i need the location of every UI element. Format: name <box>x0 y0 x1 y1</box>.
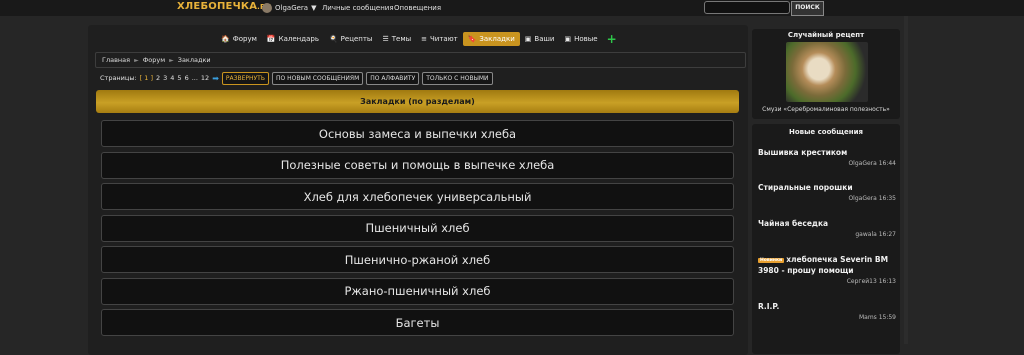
topic-text: Чайная беседка <box>758 219 829 228</box>
bookmark-icon: 🔖 <box>467 35 477 43</box>
breadcrumb-bookmarks: Закладки <box>177 56 211 64</box>
topic-meta: Mams 15:59 <box>858 314 896 321</box>
nav-item-3[interactable]: ☰ Темы <box>377 32 416 46</box>
nav-item-label: Ваши <box>534 35 555 43</box>
new-icon: ▣ <box>564 35 572 43</box>
search-button[interactable]: ПОИСК <box>791 1 824 16</box>
chevron-right-icon: ► <box>134 56 139 64</box>
page-link[interactable]: 12 <box>201 74 209 82</box>
category-header: Закладки (по разделам) <box>96 90 739 113</box>
topic-title[interactable]: Чайная беседка <box>758 219 896 229</box>
nav-item-6[interactable]: ▣ Ваши <box>520 32 560 46</box>
site-logo[interactable]: ХЛЕБОПЕЧКА.РУ <box>177 1 271 12</box>
nav-item-5[interactable]: 🔖 Закладки <box>462 32 520 46</box>
page-link[interactable]: 5 <box>177 74 181 82</box>
topic-meta: Сергей13 16:13 <box>846 278 896 285</box>
nav-item-4[interactable]: ≡ Читают <box>416 32 463 46</box>
recipe-image[interactable] <box>786 42 868 102</box>
topics-icon: ☰ <box>382 35 389 43</box>
list-item[interactable]: R.I.P. Mams 15:59 <box>758 302 896 321</box>
calendar-icon: 📅 <box>266 35 276 43</box>
only-new-button[interactable]: ТОЛЬКО С НОВЫМИ <box>422 71 493 85</box>
expand-button[interactable]: РАЗВЕРНУТЬ <box>221 71 269 85</box>
plus-icon[interactable]: + <box>603 33 617 45</box>
page-link[interactable]: 2 <box>156 74 160 82</box>
list-item[interactable]: Вышивка крестиком OlgaGera 16:44 <box>758 148 896 167</box>
page-link[interactable]: 6 <box>185 74 189 82</box>
sort-alphabet-button[interactable]: ПО АЛФАВИТУ <box>366 71 420 85</box>
next-arrow-icon[interactable]: ➡ <box>212 74 219 83</box>
topic-text: Стиральные порошки <box>758 183 853 192</box>
breadcrumb: Главная ► Форум ► Закладки <box>95 52 746 68</box>
nav-item-1[interactable]: 📅 Календарь <box>262 32 324 46</box>
forum-row[interactable]: Багеты <box>101 309 734 336</box>
current-page: [ 1 ] <box>139 74 153 82</box>
topic-title[interactable]: Вышивка крестиком <box>758 148 896 158</box>
readers-icon: ≡ <box>421 35 427 43</box>
chevron-right-icon: ► <box>169 56 174 64</box>
sidebar-scrollbar[interactable] <box>904 16 908 344</box>
nav-item-label: Закладки <box>479 35 515 43</box>
nav-item-label: Новые <box>574 35 598 43</box>
list-item[interactable]: Новинки хлебопечка Severin BM 3980 - прош… <box>758 255 896 285</box>
sort-by-new-button[interactable]: ПО НОВЫМ СООБЩЕНИЯМ <box>271 71 364 85</box>
page-link[interactable]: 4 <box>170 74 174 82</box>
topic-title[interactable]: Стиральные порошки <box>758 183 896 193</box>
forum-row[interactable]: Пшеничный хлеб <box>101 214 734 242</box>
yours-icon: ▣ <box>524 35 532 43</box>
top-bar <box>0 0 1024 16</box>
forum-row[interactable]: Основы замеса и выпечки хлеба <box>101 120 734 147</box>
search-input[interactable] <box>704 1 790 14</box>
list-item[interactable]: Чайная беседка gawala 16:27 <box>758 219 896 238</box>
recipe-caption[interactable]: Смузи «Серебромалиновая полезность» <box>752 106 900 113</box>
chevron-down-icon: ▼ <box>311 4 317 12</box>
topic-text: Вышивка крестиком <box>758 148 848 157</box>
nav-item-0[interactable]: 🏠 Форум <box>216 32 262 46</box>
new-badge: Новинки <box>758 258 785 263</box>
breadcrumb-home[interactable]: Главная <box>102 56 130 64</box>
nav-item-2[interactable]: 🍳 Рецепты <box>324 32 378 46</box>
nav-item-7[interactable]: ▣ Новые <box>559 32 602 46</box>
breadcrumb-forum[interactable]: Форум <box>143 56 165 64</box>
pagination: Страницы: [ 1 ] 2 3 4 5 6 ... 12 ➡ РАЗВЕ… <box>100 71 493 85</box>
private-messages-link[interactable]: Личные сообщения <box>322 4 394 12</box>
topic-title[interactable]: R.I.P. <box>758 302 896 312</box>
forum-row[interactable]: Пшенично-ржаной хлеб <box>101 246 734 273</box>
nav-item-label: Рецепты <box>340 35 373 43</box>
notifications-link[interactable]: Оповещения <box>394 4 441 12</box>
nav-item-label: Календарь <box>278 35 319 43</box>
random-recipe-title: Случайный рецепт <box>787 31 865 39</box>
forum-row[interactable]: Ржано-пшеничный хлеб <box>101 277 734 305</box>
forum-row[interactable]: Хлеб для хлебопечек универсальный <box>101 183 734 210</box>
page-link[interactable]: 3 <box>163 74 167 82</box>
new-messages-title: Новые сообщения <box>789 128 863 136</box>
nav-item-label: Форум <box>232 35 257 43</box>
topic-meta: gawala 16:27 <box>855 231 896 238</box>
topic-text: R.I.P. <box>758 302 780 311</box>
forum-row[interactable]: Полезные советы и помощь в выпечке хлеба <box>101 151 734 179</box>
main-nav: 🏠 Форум 📅 Календарь 🍳 Рецепты ☰ Темы ≡ Читают 🔖 Зак… <box>216 32 617 46</box>
username: OlgaGera <box>275 4 309 12</box>
topic-meta: OlgaGera 16:44 <box>848 160 896 167</box>
page-ellipsis: ... <box>191 74 198 82</box>
pager-label: Страницы: <box>100 74 137 82</box>
recipes-icon: 🍳 <box>328 35 338 43</box>
list-item[interactable]: Стиральные порошки OlgaGera 16:35 <box>758 183 896 202</box>
topic-meta: OlgaGera 16:35 <box>848 195 896 202</box>
user-menu[interactable]: OlgaGera ▼ <box>262 3 316 13</box>
nav-item-label: Темы <box>391 35 412 43</box>
avatar <box>262 3 272 13</box>
topic-title[interactable]: Новинки хлебопечка Severin BM 3980 - прош… <box>758 255 896 276</box>
nav-item-label: Читают <box>430 35 458 43</box>
home-icon: 🏠 <box>221 35 230 43</box>
